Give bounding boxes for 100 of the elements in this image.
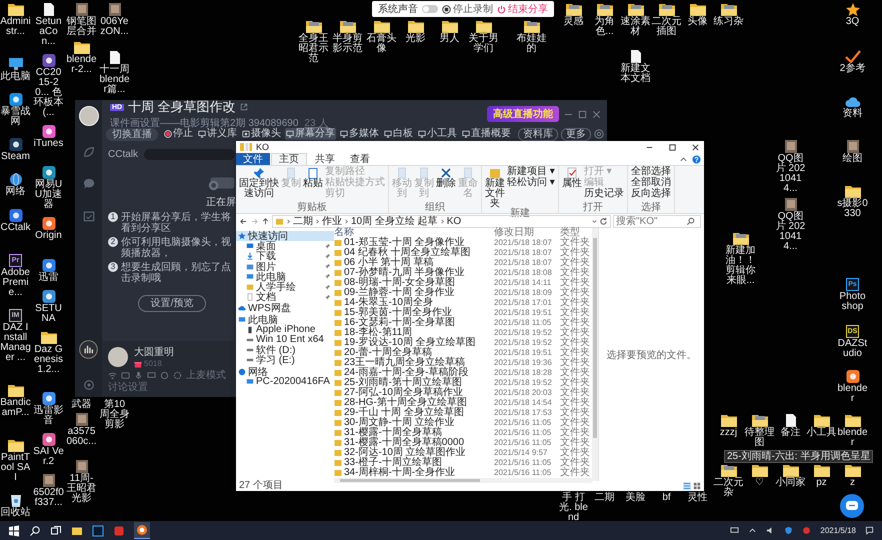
- nav-item[interactable]: 网络: [236, 366, 334, 377]
- desktop-shortcut[interactable]: 小工具: [806, 414, 837, 438]
- desktop-shortcut[interactable]: 灵感: [558, 3, 589, 27]
- desktop-shortcut[interactable]: 灵性: [682, 493, 713, 503]
- file-row[interactable]: 16-文瑟莉-十周-全身草图 2021/5/18 11:05 文件夹: [334, 318, 592, 328]
- search-field[interactable]: 搜索"KO": [613, 214, 701, 228]
- desktop-shortcut[interactable]: 全身王昭君示范: [298, 20, 329, 64]
- desktop-shortcut[interactable]: 小同家: [775, 464, 806, 488]
- file-row[interactable]: 30-周文静-十周 立绘作业 2021/5/16 11:05 文件夹: [334, 418, 592, 428]
- desktop-shortcut[interactable]: 6502f0f337...: [33, 474, 64, 508]
- desktop-shortcut[interactable]: 二期: [589, 493, 620, 503]
- promo-badge[interactable]: 高级直播功能: [487, 106, 559, 122]
- desktop-shortcut[interactable]: zzzj: [713, 414, 744, 438]
- settings-icon[interactable]: [82, 379, 94, 391]
- desktop-shortcut[interactable]: 武器: [66, 400, 97, 410]
- nav-item[interactable]: 图片: [236, 262, 334, 272]
- desktop-shortcut[interactable]: Administr...: [0, 3, 31, 37]
- ribbon-tab[interactable]: 文件: [236, 153, 270, 165]
- breadcrumb[interactable]: 作业: [322, 216, 342, 226]
- toolbar-button[interactable]: 摄像头: [241, 128, 282, 140]
- ribbon-button[interactable]: 轻松访问 ▾: [507, 178, 555, 188]
- taskbar-date[interactable]: 2021/5/18: [820, 526, 856, 535]
- close-icon[interactable]: [691, 142, 700, 152]
- app-icon[interactable]: [92, 524, 104, 536]
- horizontal-scrollbar[interactable]: [334, 478, 592, 483]
- file-row[interactable]: 04 纪春秋 十周全身立绘草图 2021/5/18 18:07 文件夹: [334, 248, 592, 258]
- desktop-shortcut[interactable]: 2参考: [837, 50, 868, 74]
- file-row[interactable]: 18-李松-第11周 2021/5/18 19:52 文件夹: [334, 328, 592, 338]
- file-row[interactable]: 09-兰静蓉-十周 全身作业 2021/5/18 18:09 文件夹: [334, 288, 592, 298]
- desktop-shortcut[interactable]: s摄影0330: [837, 185, 868, 219]
- desktop-shortcut[interactable]: 练习杂: [713, 3, 744, 27]
- ribbon-button[interactable]: 历史记录: [584, 189, 624, 199]
- switch-live-button[interactable]: 切换直播: [106, 128, 158, 140]
- file-row[interactable]: 31-樱露-十周全身草稿0000 2021/5/16 11:05 文件夹: [334, 438, 592, 448]
- file-row[interactable]: 01-郑玉莹-十周 全身像作业 2021/5/18 18:07 文件夹: [334, 238, 592, 248]
- file-row[interactable]: 25-刘雨晴-第十周立绘草图 2021/5/18 19:52 文件夹: [334, 378, 592, 388]
- app-icon[interactable]: [802, 526, 812, 535]
- sync-icon[interactable]: [160, 371, 169, 380]
- desktop-shortcut[interactable]: 速涂素材: [620, 3, 651, 37]
- desktop-shortcut[interactable]: ♡: [744, 464, 775, 488]
- desktop-shortcut[interactable]: SAI Ver.2: [33, 432, 64, 467]
- settings-icon[interactable]: [594, 129, 604, 139]
- monitor-icon[interactable]: [730, 526, 740, 535]
- ribbon-tab[interactable]: 主页: [271, 153, 307, 165]
- ribbon-tab[interactable]: 共享: [308, 153, 342, 165]
- back-arrow-icon[interactable]: [239, 216, 248, 226]
- column-header[interactable]: 类型: [560, 228, 592, 238]
- desktop-shortcut[interactable]: 光影: [400, 20, 431, 44]
- desktop-shortcut[interactable]: 美脸: [620, 493, 651, 503]
- caret-up-icon[interactable]: [748, 526, 758, 535]
- nav-item[interactable]: Win 10 Ent x64: [236, 334, 334, 346]
- ribbon-button[interactable]: 新建文件夹: [485, 167, 505, 209]
- shield-icon[interactable]: [784, 526, 794, 535]
- file-row[interactable]: 23王一晴九周全身立绘草稿 2021/5/18 19:36 文件夹: [334, 358, 592, 368]
- file-row[interactable]: 06 小半 第十周 草稿 2021/5/18 18:07 文件夹: [334, 258, 592, 268]
- ribbon-button[interactable]: 删除: [436, 167, 456, 203]
- desktop-shortcut[interactable]: 此电脑: [0, 58, 31, 82]
- desktop-shortcut[interactable]: 绘图: [837, 140, 868, 164]
- desktop-shortcut[interactable]: 钢笔图层合并: [66, 3, 97, 37]
- column-header[interactable]: 名称: [334, 228, 494, 238]
- desktop-shortcut[interactable]: 待整理图: [744, 414, 775, 448]
- nav-item[interactable]: PC-20200416FA: [236, 376, 334, 387]
- nav-item[interactable]: 学习 (E:): [236, 355, 334, 366]
- desktop-shortcut[interactable]: 资料: [837, 95, 868, 119]
- nav-item[interactable]: 人学手绘: [236, 282, 334, 292]
- breadcrumb[interactable]: 二期: [293, 216, 313, 226]
- desktop-shortcut[interactable]: 11周-王昭君光影: [66, 460, 97, 504]
- windows-start-icon[interactable]: [8, 524, 20, 536]
- file-row[interactable]: 31-樱露-十周全身草稿 2021/5/16 11:05 文件夹: [334, 428, 592, 438]
- nav-item[interactable]: 软件 (D:): [236, 345, 334, 356]
- ribbon-button[interactable]: 反向选择: [630, 189, 671, 199]
- toolbar-button[interactable]: 小工具: [417, 128, 458, 140]
- app-icon[interactable]: [113, 524, 125, 536]
- system-sound-toggle[interactable]: [422, 5, 438, 13]
- file-row[interactable]: 33-橙子-十周立绘草图 2021/5/16 11:05 文件夹: [334, 458, 592, 468]
- desktop-shortcut[interactable]: 迅雷影音: [33, 392, 64, 426]
- toolbar-button[interactable]: 多媒体: [339, 128, 380, 140]
- desktop-shortcut[interactable]: QQ图片 20210414...: [775, 198, 806, 252]
- up-arrow-icon[interactable]: [261, 216, 270, 226]
- breadcrumb[interactable]: KO: [446, 216, 462, 226]
- nav-item[interactable]: 文档: [236, 292, 334, 302]
- desktop-shortcut[interactable]: PaintTool SAI: [0, 438, 31, 483]
- ribbon-button[interactable]: 全部选择: [630, 167, 671, 177]
- desktop-shortcut[interactable]: 回收站: [0, 494, 31, 518]
- desktop-shortcut[interactable]: QQ图片 20210414...: [775, 140, 806, 194]
- desktop-shortcut[interactable]: 网易UU加速器: [33, 166, 64, 210]
- file-row[interactable]: 24-雨嘉-十周-全身-草稿阶段 2021/5/18 18:28 文件夹: [334, 368, 592, 378]
- desktop-shortcut[interactable]: 手 打光. blend: [558, 493, 589, 523]
- chat-icon[interactable]: [82, 178, 94, 190]
- toolbar-button[interactable]: 白板: [383, 128, 414, 140]
- live-stats-icon[interactable]: [79, 340, 98, 359]
- toolbar-button[interactable]: 屏幕分享: [285, 128, 336, 140]
- chat-input[interactable]: [144, 149, 235, 160]
- desktop-shortcut[interactable]: SetunaCon...: [33, 3, 64, 47]
- desktop-shortcut[interactable]: 第10周全身剪影: [99, 400, 130, 430]
- screen-icon[interactable]: [147, 371, 156, 380]
- desktop-shortcut[interactable]: 关于男学们: [468, 20, 499, 54]
- desktop-shortcut[interactable]: 网络: [0, 173, 31, 198]
- ribbon-button[interactable]: 粘贴: [303, 167, 323, 203]
- taskbar-app-button[interactable]: [134, 522, 150, 539]
